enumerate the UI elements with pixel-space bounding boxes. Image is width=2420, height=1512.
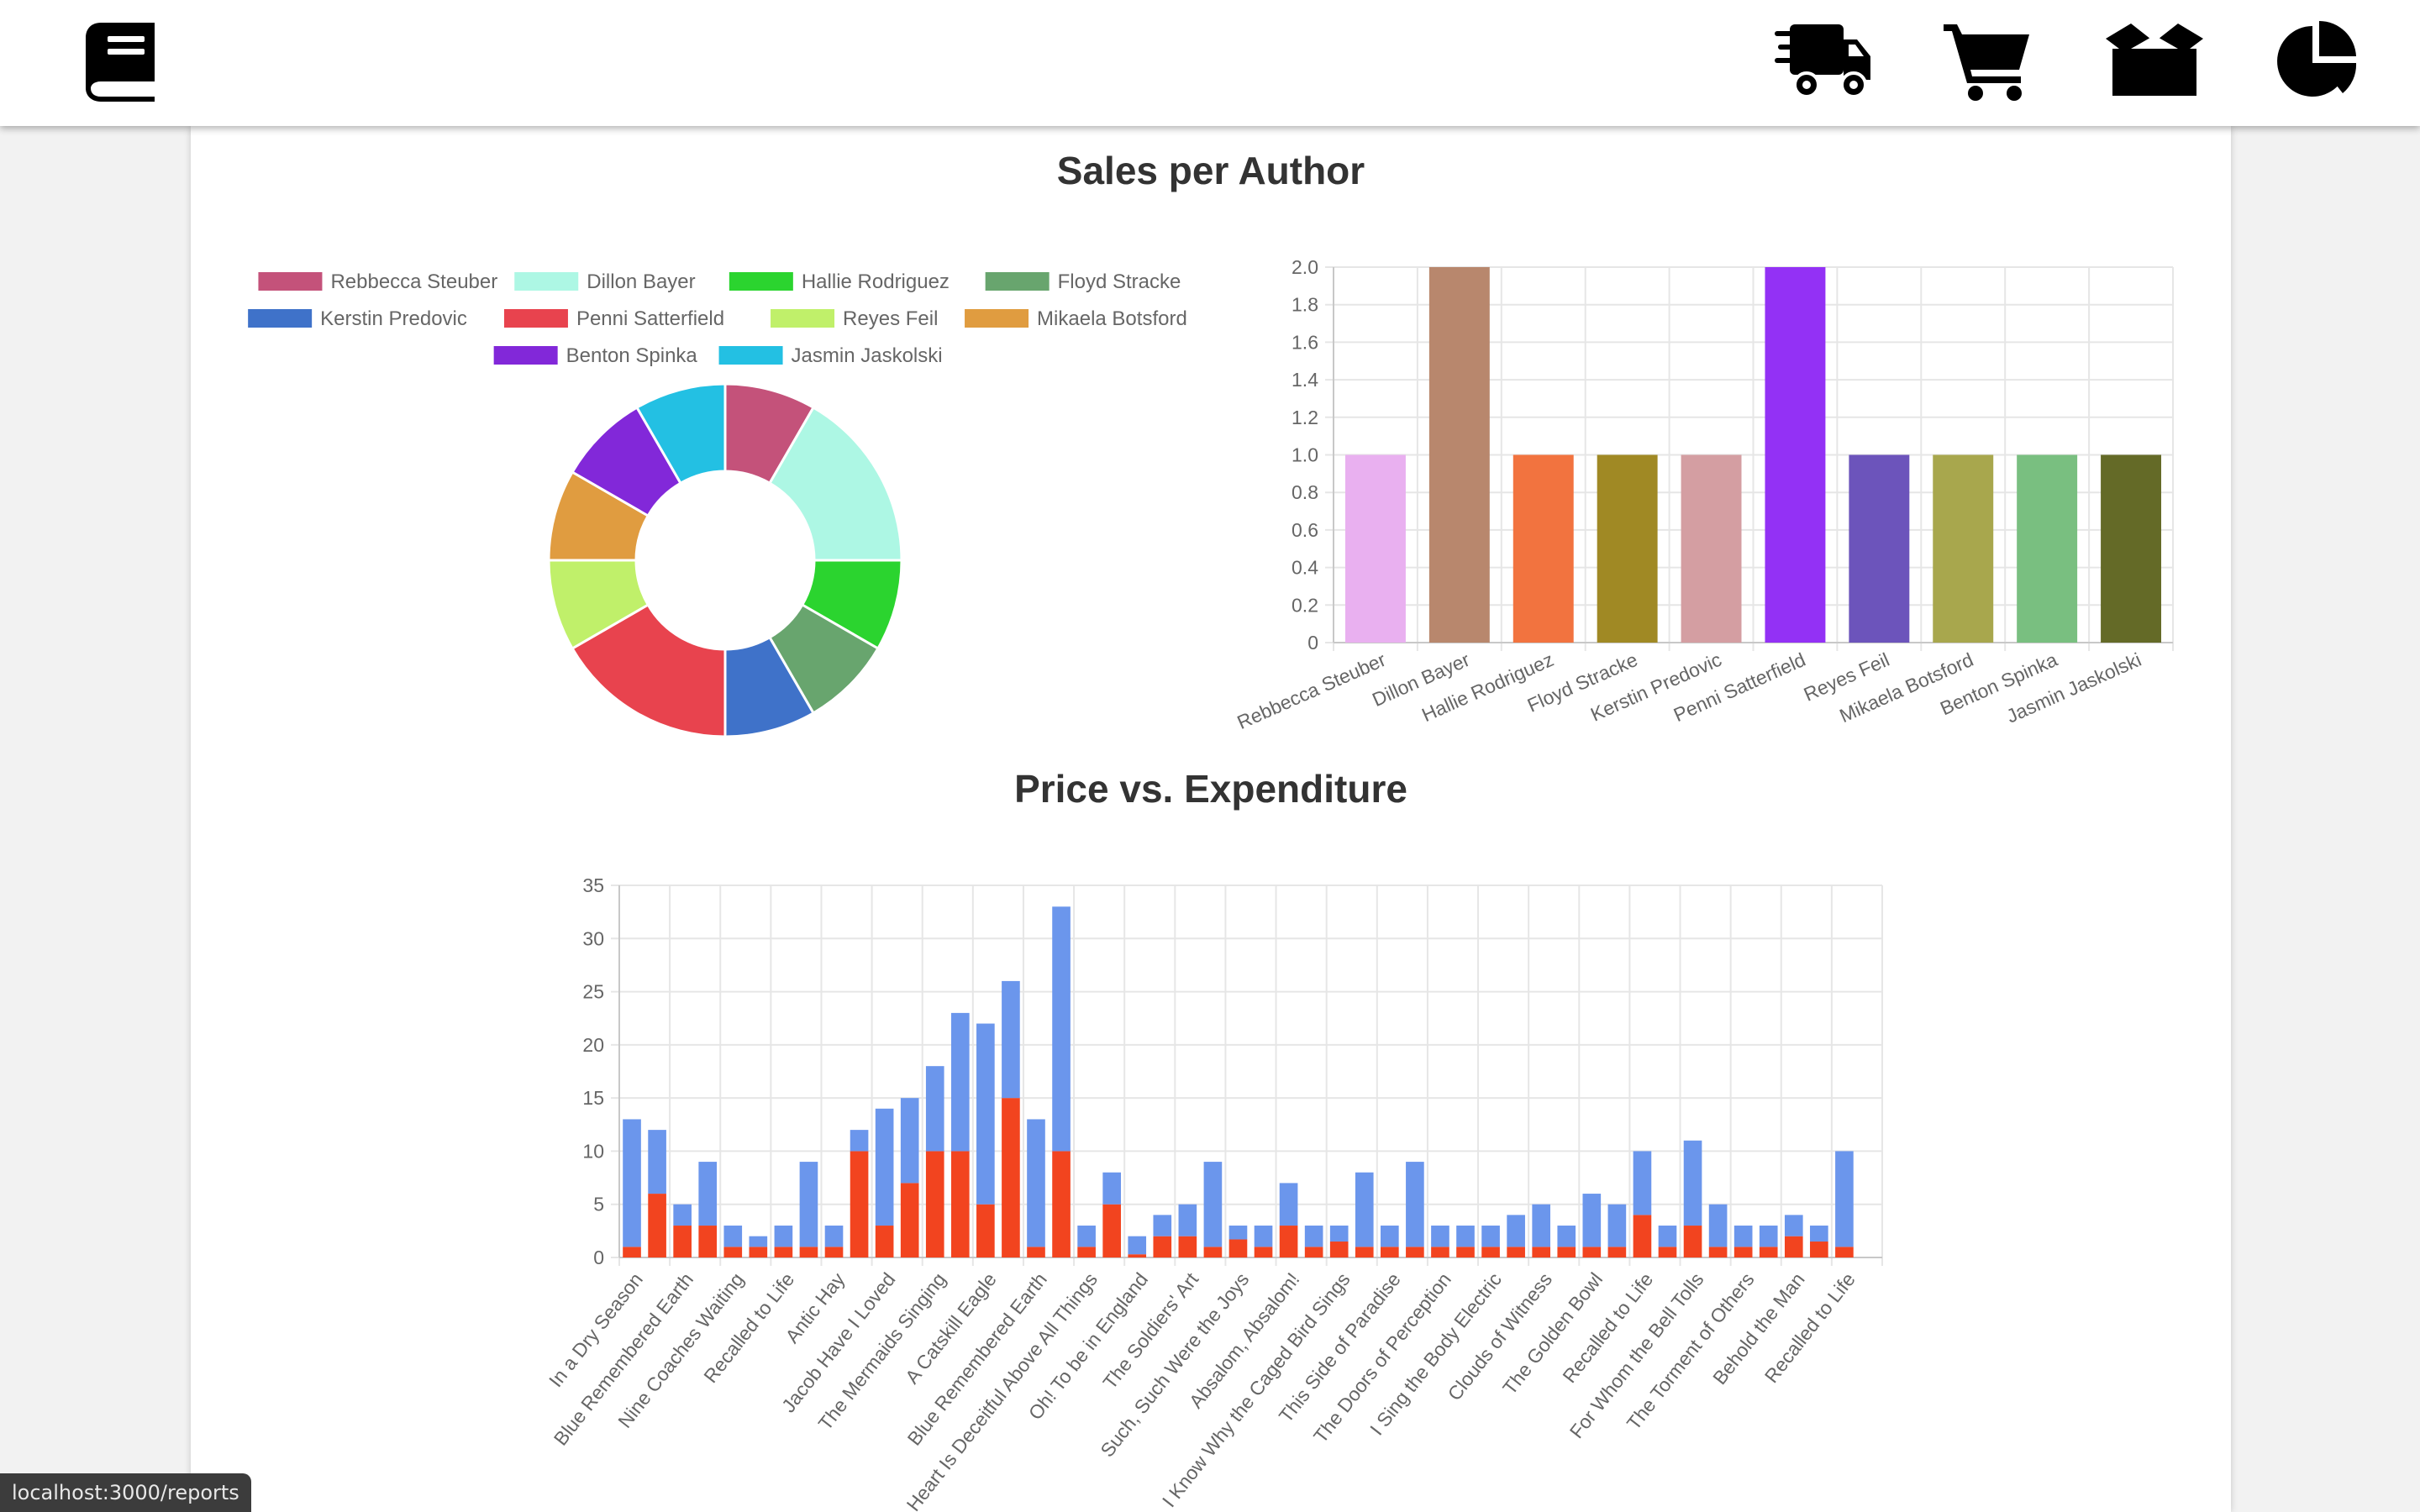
status-bar-url: localhost:3000/reports [0,1473,251,1512]
book-icon[interactable] [86,21,156,102]
shopping-cart-icon[interactable] [1944,21,2031,102]
reports-panel [191,126,2231,1512]
top-navigation-bar [0,0,2420,126]
sales-per-author-title: Sales per Author [1056,149,1365,192]
price-vs-expenditure-title: Price vs. Expenditure [1014,767,1407,811]
pie-chart-icon[interactable] [2275,21,2358,102]
shipping-truck-icon[interactable] [1775,21,1872,102]
open-box-icon[interactable] [2106,24,2203,97]
